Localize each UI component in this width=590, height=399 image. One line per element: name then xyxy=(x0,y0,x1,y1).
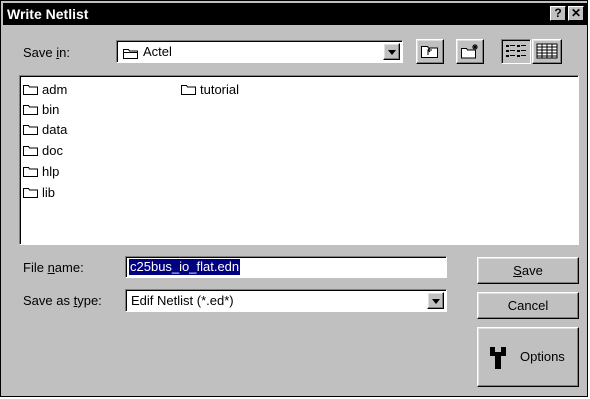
list-item[interactable]: lib xyxy=(23,184,55,202)
folder-icon xyxy=(181,85,196,96)
new-folder-icon xyxy=(461,44,478,59)
file-name-value: c25bus_io_flat.edn xyxy=(129,259,241,275)
list-item[interactable]: doc xyxy=(23,142,63,160)
list-item[interactable]: tutorial xyxy=(181,81,239,99)
list-item[interactable]: bin xyxy=(23,101,59,119)
file-list[interactable]: adm bin data doc hlp lib tutorial xyxy=(19,75,579,245)
save-in-label: Save in: xyxy=(23,45,70,60)
details-view-button[interactable] xyxy=(532,39,562,64)
file-name-label: doc xyxy=(42,143,63,158)
list-view-icon xyxy=(506,45,526,57)
list-view-button[interactable] xyxy=(501,39,531,64)
new-folder-button[interactable] xyxy=(456,39,484,64)
file-name-label: tutorial xyxy=(200,82,240,97)
folder-icon xyxy=(23,146,38,157)
file-name-label: data xyxy=(42,122,68,137)
dialog-title: Write Netlist xyxy=(7,6,89,22)
folder-icon xyxy=(23,105,38,116)
options-button[interactable]: Options xyxy=(477,327,579,387)
file-name-input[interactable]: c25bus_io_flat.edn xyxy=(125,256,447,278)
file-name-label: adm xyxy=(42,82,68,97)
folder-icon xyxy=(23,85,38,96)
save-as-type-select[interactable]: Edif Netlist (*.ed*) xyxy=(125,289,447,312)
save-button[interactable]: Save xyxy=(477,257,579,284)
chevron-down-icon[interactable] xyxy=(383,43,400,60)
close-button[interactable]: ✕ xyxy=(568,6,584,21)
file-name-label: lib xyxy=(42,185,56,200)
chevron-down-icon[interactable] xyxy=(427,292,444,309)
up-folder-icon xyxy=(421,46,438,58)
save-as-type-label: Save as type: xyxy=(23,293,102,308)
folder-icon xyxy=(23,125,38,136)
list-item[interactable]: hlp xyxy=(23,163,59,181)
folder-icon xyxy=(123,45,138,60)
list-item[interactable]: adm xyxy=(23,81,67,99)
file-name-label: File name: xyxy=(23,260,84,275)
write-netlist-dialog: Write Netlist ? ✕ Save in: Actel adm bin… xyxy=(0,0,588,397)
title-bar: Write Netlist ? ✕ xyxy=(3,3,587,25)
details-view-icon xyxy=(536,43,558,59)
up-one-level-button[interactable] xyxy=(416,39,444,64)
save-in-combo[interactable]: Actel xyxy=(116,40,403,63)
save-as-type-value: Edif Netlist (*.ed*) xyxy=(131,293,234,308)
save-in-value: Actel xyxy=(143,44,172,59)
folder-icon xyxy=(23,188,38,199)
options-label: Options xyxy=(520,349,565,364)
file-name-label: bin xyxy=(42,102,60,117)
wrench-icon xyxy=(490,347,506,369)
folder-icon xyxy=(23,167,38,178)
file-name-label: hlp xyxy=(42,164,60,179)
list-item[interactable]: data xyxy=(23,121,67,139)
cancel-button[interactable]: Cancel xyxy=(477,292,579,319)
help-button[interactable]: ? xyxy=(550,6,566,21)
